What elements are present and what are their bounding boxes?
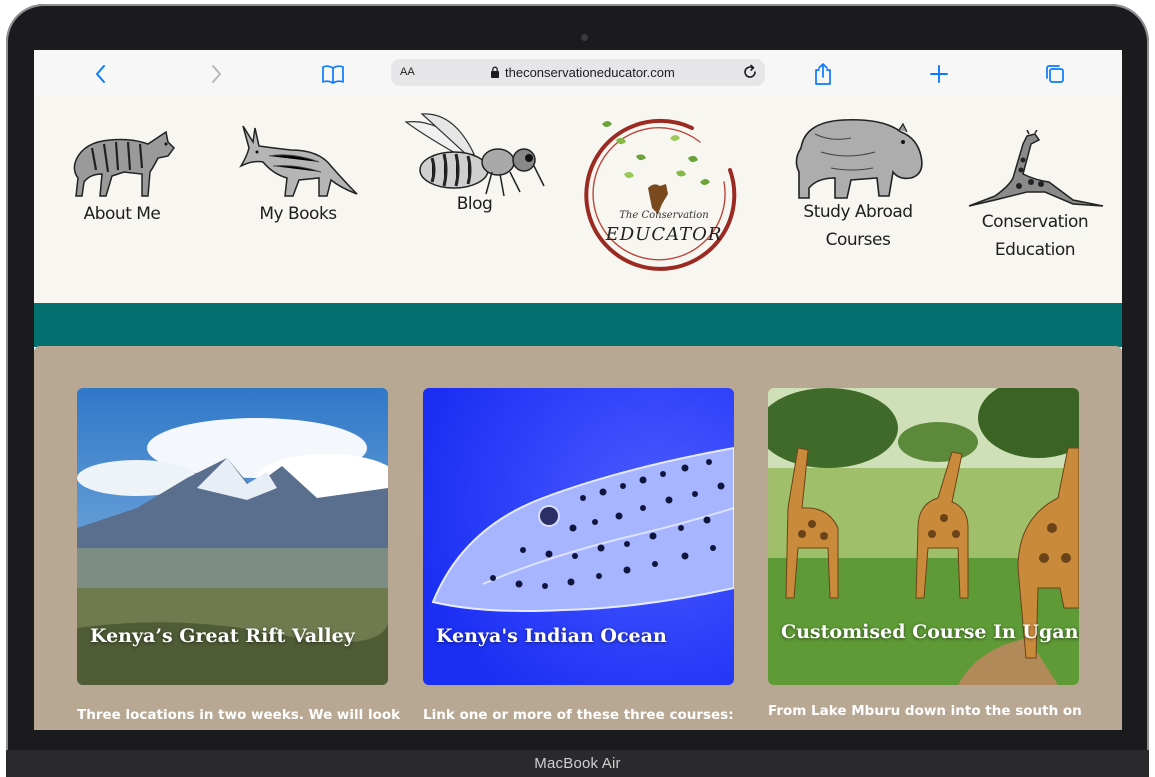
aardvark-illustration-icon — [239, 125, 358, 197]
reload-icon[interactable] — [741, 63, 759, 81]
share-icon[interactable] — [811, 62, 835, 86]
course-title: Kenya’s Great Rift Valley — [90, 625, 355, 647]
nav-blog[interactable]: Blog — [402, 112, 547, 218]
browser-toolbar: AA theconservationeducator.com — [34, 50, 1122, 97]
nav-label: Education — [994, 240, 1076, 260]
device-label: MacBook Air — [534, 755, 621, 772]
nav-conservation-education[interactable]: Conservation Education — [960, 130, 1110, 264]
laptop-chin: MacBook Air — [6, 750, 1149, 777]
nav-label: My Books — [259, 204, 337, 224]
new-tab-icon[interactable] — [927, 62, 951, 86]
nav-label: Courses — [825, 230, 891, 250]
browser-screen: AA theconservationeducator.com About Me … — [34, 50, 1122, 730]
bee-illustration-icon — [404, 113, 545, 197]
bookmarks-icon[interactable] — [321, 62, 345, 86]
nav-label: Conservation — [981, 212, 1089, 232]
course-description: Three locations in two weeks. We will lo… — [77, 707, 401, 723]
course-description: Link one or more of these three courses: — [423, 707, 734, 723]
hyena-illustration-icon — [73, 130, 175, 197]
hippo-illustration-icon — [795, 118, 923, 199]
lock-icon — [491, 66, 499, 78]
site-header: About Me My Books Blog Study Abroad Cour… — [34, 96, 1122, 303]
text-size-button[interactable]: AA — [400, 66, 415, 78]
courses-section: Kenya’s Great Rift Valley Kenya's Indian… — [34, 346, 1122, 730]
nav-label: Study Abroad — [803, 202, 913, 222]
course-title: Kenya's Indian Ocean — [436, 625, 667, 647]
nav-study-abroad[interactable]: Study Abroad Courses — [778, 112, 938, 254]
course-card-rift-valley[interactable]: Kenya’s Great Rift Valley — [77, 388, 388, 685]
giraffe-illustration-icon — [968, 130, 1104, 207]
course-card-indian-ocean[interactable]: Kenya's Indian Ocean — [423, 388, 734, 685]
back-icon[interactable] — [89, 62, 113, 86]
logo-line2: EDUCATOR — [605, 224, 723, 245]
nav-label: About Me — [83, 204, 161, 224]
forward-icon[interactable] — [204, 62, 228, 86]
site-logo[interactable]: The Conservation EDUCATOR — [580, 112, 748, 280]
nav-my-books[interactable]: My Books — [228, 122, 368, 228]
address-bar[interactable]: AA theconservationeducator.com — [391, 59, 765, 86]
course-description: From Lake Mburu down into the south on — [768, 703, 1082, 719]
camera-dot — [581, 34, 588, 41]
url-text: theconservationeducator.com — [505, 65, 675, 80]
logo-line1: The Conservation — [619, 210, 709, 221]
course-title: Customised Course In Uganda — [781, 621, 1079, 643]
nav-label: Blog — [456, 194, 493, 214]
logo-ring-icon — [584, 118, 737, 271]
course-card-uganda[interactable]: Customised Course In Uganda — [768, 388, 1079, 685]
nav-about-me[interactable]: About Me — [52, 122, 192, 228]
teal-band — [34, 303, 1122, 347]
tabs-overview-icon[interactable] — [1043, 62, 1067, 86]
